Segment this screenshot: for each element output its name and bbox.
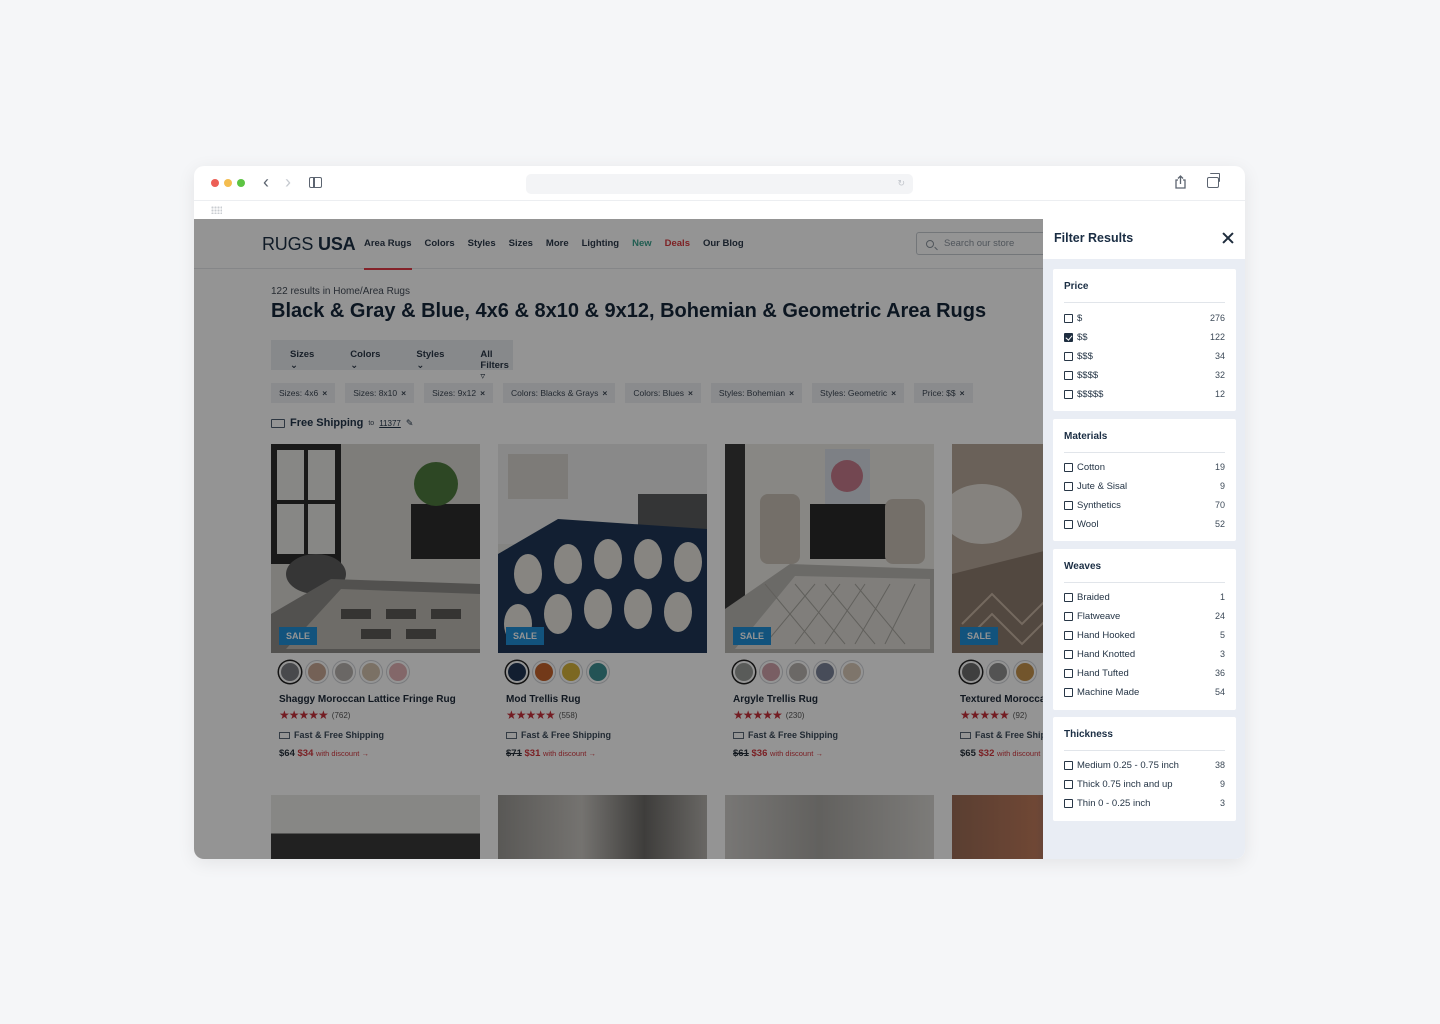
checkbox[interactable] xyxy=(1064,500,1073,510)
section-title: Materials xyxy=(1064,431,1108,442)
filter-option-wool[interactable]: Wool 52 xyxy=(1064,517,1225,531)
close-window-button[interactable] xyxy=(211,179,219,187)
price-filter-section: Price $276 $$ 122 $$$ 34 $$$$ 32 $$$$$ 12 xyxy=(1053,269,1236,411)
checkbox[interactable] xyxy=(1064,687,1073,697)
checkbox[interactable] xyxy=(1064,481,1073,491)
checkbox-checked[interactable] xyxy=(1064,332,1073,342)
sidebar-toggle-icon[interactable] xyxy=(309,177,322,188)
checkbox[interactable] xyxy=(1064,760,1073,770)
close-icon[interactable] xyxy=(1220,230,1236,246)
minimize-window-button[interactable] xyxy=(224,179,232,187)
checkbox[interactable] xyxy=(1064,462,1073,472)
checkbox[interactable] xyxy=(1064,519,1073,529)
filter-option-hand-tufted[interactable]: Hand Tufted 36 xyxy=(1064,666,1225,680)
filter-panel-header: Filter Results xyxy=(1043,219,1245,259)
back-icon[interactable]: ‹ xyxy=(258,173,274,192)
filter-option-cotton[interactable]: Cotton 19 xyxy=(1064,460,1225,474)
checkbox[interactable] xyxy=(1064,313,1073,323)
modal-backdrop[interactable] xyxy=(194,219,1043,859)
maximize-window-button[interactable] xyxy=(237,179,245,187)
forward-icon[interactable]: › xyxy=(280,173,296,192)
filter-panel-title: Filter Results xyxy=(1054,231,1134,245)
checkbox[interactable] xyxy=(1064,611,1073,621)
grid-icon[interactable] xyxy=(211,206,222,214)
section-title: Thickness xyxy=(1064,729,1113,740)
weaves-filter-section: Weaves Braided 1 Flatweave 24 Hand Hooked 5… xyxy=(1053,549,1236,710)
filter-option-medium[interactable]: Medium 0.25 - 0.75 inch 38 xyxy=(1064,758,1225,772)
filter-option-jute-sisal[interactable]: Jute & Sisal 9 xyxy=(1064,479,1225,493)
filter-option-synthetics[interactable]: Synthetics 70 xyxy=(1064,498,1225,512)
checkbox[interactable] xyxy=(1064,798,1073,808)
checkbox[interactable] xyxy=(1064,370,1073,380)
share-icon[interactable] xyxy=(1175,175,1186,189)
filter-option-price-5[interactable]: $$$$$ 12 xyxy=(1064,387,1225,401)
checkbox[interactable] xyxy=(1064,351,1073,361)
filter-option-flatweave[interactable]: Flatweave 24 xyxy=(1064,609,1225,623)
checkbox[interactable] xyxy=(1064,668,1073,678)
section-title: Price xyxy=(1064,281,1089,292)
bookmarks-bar xyxy=(194,201,1245,219)
browser-window: ‹ › ↻ RUGS USA Area Rugs Colors Styles S… xyxy=(194,166,1245,859)
thickness-filter-section: Thickness Medium 0.25 - 0.75 inch 38 Thic… xyxy=(1053,717,1236,821)
filter-option-thick[interactable]: Thick 0.75 inch and up 9 xyxy=(1064,777,1225,791)
filter-option-braided[interactable]: Braided 1 xyxy=(1064,590,1225,604)
checkbox[interactable] xyxy=(1064,592,1073,602)
checkbox[interactable] xyxy=(1064,649,1073,659)
filter-option-machine-made[interactable]: Machine Made 54 xyxy=(1064,685,1225,699)
filter-option-price-1[interactable]: $276 xyxy=(1064,311,1225,325)
filter-option-price-3[interactable]: $$$ 34 xyxy=(1064,349,1225,363)
address-bar[interactable]: ↻ xyxy=(526,174,913,194)
filter-option-thin[interactable]: Thin 0 - 0.25 inch 3 xyxy=(1064,796,1225,810)
checkbox[interactable] xyxy=(1064,630,1073,640)
filter-option-price-4[interactable]: $$$$ 32 xyxy=(1064,368,1225,382)
browser-toolbar: ‹ › ↻ xyxy=(194,166,1245,201)
reload-icon[interactable]: ↻ xyxy=(897,178,905,189)
filter-option-price-2[interactable]: $$ 122 xyxy=(1064,330,1225,344)
window-controls xyxy=(211,179,245,187)
filter-results-panel: Filter Results Price $276 $$ 122 $$$ 34 $$… xyxy=(1043,219,1245,859)
filter-option-hand-knotted[interactable]: Hand Knotted 3 xyxy=(1064,647,1225,661)
page-viewport: RUGS USA Area Rugs Colors Styles Sizes M… xyxy=(194,219,1245,859)
section-title: Weaves xyxy=(1064,561,1102,572)
checkbox[interactable] xyxy=(1064,779,1073,789)
materials-filter-section: Materials Cotton 19 Jute & Sisal 9 Synthet… xyxy=(1053,419,1236,541)
checkbox[interactable] xyxy=(1064,389,1073,399)
tabs-overview-icon[interactable] xyxy=(1207,173,1220,188)
filter-option-hand-hooked[interactable]: Hand Hooked 5 xyxy=(1064,628,1225,642)
site-content: RUGS USA Area Rugs Colors Styles Sizes M… xyxy=(194,219,1043,859)
